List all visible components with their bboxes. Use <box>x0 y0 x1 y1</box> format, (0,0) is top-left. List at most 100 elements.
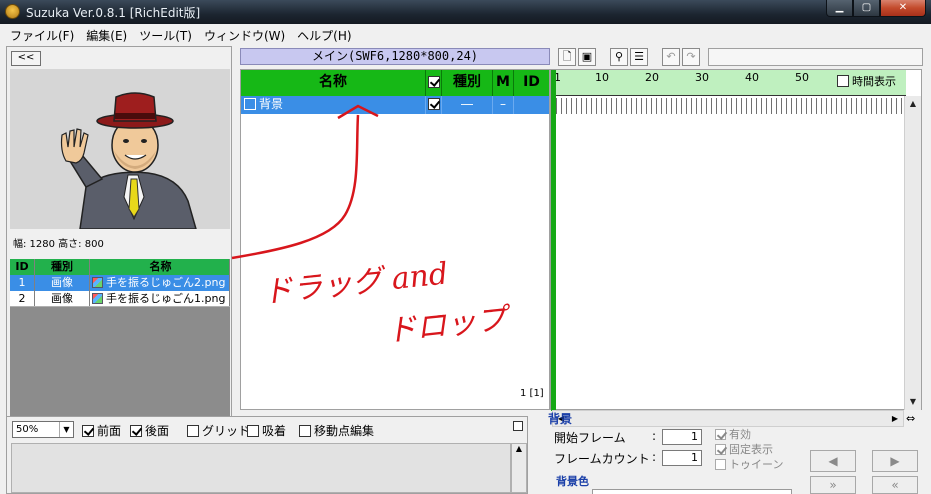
tween-label: トゥイーン <box>729 458 784 471</box>
colon: : <box>652 429 657 443</box>
image-list-header: ID 種別 名称 <box>10 259 230 275</box>
fixed-display-label: 固定表示 <box>729 443 773 456</box>
start-frame-input[interactable]: 1 <box>662 429 702 445</box>
layer-id-header[interactable]: ID <box>514 70 549 96</box>
rewind-icon[interactable]: « <box>872 476 918 494</box>
row-type: 画像 <box>35 275 90 291</box>
col-name-header[interactable]: 名称 <box>90 259 230 275</box>
grid-label: グリッド <box>202 424 251 438</box>
menu-tools[interactable]: ツール(T) <box>133 24 198 44</box>
panel-toggle-icon[interactable] <box>513 421 523 431</box>
zoom-select[interactable]: 50% ▼ <box>12 421 74 438</box>
layer-type-header[interactable]: 種別 <box>442 70 493 96</box>
maximize-button[interactable]: ▢ <box>853 0 880 17</box>
waving-man-image <box>10 69 230 229</box>
image-dimensions: 幅: 1280 高さ: 800 <box>13 239 104 250</box>
minimize-button[interactable]: ▁ <box>826 0 853 17</box>
time-display-option[interactable]: 時間表示 <box>837 73 896 89</box>
front-checkbox[interactable] <box>82 425 94 437</box>
row-id: 1 <box>10 275 35 291</box>
row-type: 画像 <box>35 291 90 306</box>
enabled-label: 有効 <box>729 428 751 441</box>
back-option[interactable]: 後面 <box>130 422 169 439</box>
properties-icon[interactable]: ☰ <box>630 48 648 66</box>
new-doc-icon[interactable]: 🗋 <box>558 48 576 66</box>
row-id: 2 <box>10 291 35 306</box>
row-name: 手を振るじゅごん2.png <box>106 276 226 289</box>
menu-edit[interactable]: 編集(E) <box>80 24 133 44</box>
menu-file[interactable]: ファイル(F) <box>4 24 80 44</box>
image-list-row[interactable]: 2 画像 手を振るじゅごん1.png <box>10 291 230 307</box>
fixed-display-option[interactable]: 固定表示 <box>715 441 773 457</box>
ruler-label: 10 <box>595 71 609 84</box>
bg-color-field[interactable] <box>592 489 792 494</box>
frame-count-input[interactable]: 1 <box>662 450 702 466</box>
properties-panel: 背景 開始フレーム : 1 フレームカウント : 1 有効 固定表示 トゥイーン… <box>542 410 922 494</box>
next-frame-icon[interactable]: ▶ <box>872 450 918 472</box>
prev-frame-icon[interactable]: ◀ <box>810 450 856 472</box>
layer-m-header[interactable]: M <box>493 70 514 96</box>
title-bar: Suzuka Ver.0.8.1 [RichEdit版] ▁ ▢ ✕ <box>0 0 931 24</box>
image-file-icon <box>92 277 103 288</box>
start-frame-label: 開始フレーム <box>554 431 626 445</box>
front-label: 前面 <box>97 424 122 438</box>
chevron-down-icon[interactable]: ▼ <box>59 422 73 437</box>
app-icon <box>5 4 20 19</box>
enabled-checkbox[interactable] <box>715 429 726 440</box>
menu-window[interactable]: ウィンドウ(W) <box>198 24 291 44</box>
layer-name-header[interactable]: 名称 <box>241 70 426 96</box>
scroll-up-icon[interactable]: ▲ <box>905 96 921 112</box>
col-id-header[interactable]: ID <box>10 259 35 275</box>
visible-all-checkbox[interactable] <box>427 76 440 88</box>
undo-icon[interactable]: ↶ <box>662 48 680 66</box>
grid-checkbox[interactable] <box>187 425 199 437</box>
layer-id <box>514 96 549 114</box>
layer-type: ― <box>442 96 493 114</box>
time-display-label: 時間表示 <box>852 75 896 88</box>
timeline-playhead[interactable] <box>551 70 556 411</box>
image-list-row[interactable]: 1 画像 手を振るじゅごん2.png <box>10 275 230 291</box>
front-option[interactable]: 前面 <box>82 422 121 439</box>
layer-list-header: 名称 種別 M ID <box>241 70 549 96</box>
canvas-scrollbar[interactable]: ▲ <box>511 443 527 493</box>
grid-option[interactable]: グリッド <box>187 422 250 439</box>
layer-row[interactable]: 背景 ― – <box>241 96 549 114</box>
search-icon[interactable]: ⚲ <box>610 48 628 66</box>
frame-count-label: フレームカウント <box>554 452 650 466</box>
enabled-option[interactable]: 有効 <box>715 426 751 442</box>
fast-forward-icon[interactable]: » <box>810 476 856 494</box>
fixed-display-checkbox[interactable] <box>715 444 726 455</box>
scroll-down-icon[interactable]: ▼ <box>905 394 921 410</box>
snap-checkbox[interactable] <box>247 425 259 437</box>
zoom-value: 50% <box>16 424 39 435</box>
image-file-icon <box>92 293 103 304</box>
tween-checkbox[interactable] <box>715 459 726 470</box>
menu-help[interactable]: ヘルプ(H) <box>291 24 357 44</box>
layer-visible-header[interactable] <box>426 70 442 96</box>
close-button[interactable]: ✕ <box>880 0 926 17</box>
tween-option[interactable]: トゥイーン <box>715 456 783 472</box>
timeline[interactable]: 1 10 20 30 40 50 時間表示 ▲ ▼ <box>550 69 922 411</box>
row-name-cell: 手を振るじゅごん1.png <box>90 291 230 306</box>
snap-option[interactable]: 吸着 <box>247 422 286 439</box>
menu-bar: ファイル(F) 編集(E) ツール(T) ウィンドウ(W) ヘルプ(H) <box>0 24 931 44</box>
image-preview <box>10 69 230 229</box>
move-point-option[interactable]: 移動点編集 <box>299 422 374 439</box>
timeline-ticks <box>551 98 906 114</box>
time-display-checkbox[interactable] <box>837 75 849 87</box>
stage-canvas[interactable] <box>11 443 511 493</box>
bg-color-title: 背景色 <box>556 475 589 488</box>
layer-select-checkbox[interactable] <box>244 98 256 110</box>
back-button[interactable]: << <box>11 51 41 66</box>
toolbar-status-field <box>708 48 923 66</box>
timeline-vertical-scrollbar[interactable]: ▲ ▼ <box>904 96 921 410</box>
move-point-checkbox[interactable] <box>299 425 311 437</box>
redo-icon[interactable]: ↷ <box>682 48 700 66</box>
layer-visible-checkbox[interactable] <box>427 98 440 110</box>
image-library-panel: << 幅: 1280 高さ: 800 ID 種別 名称 1 画像 手を振るじゅご… <box>6 46 232 432</box>
col-type-header[interactable]: 種別 <box>35 259 90 275</box>
back-checkbox[interactable] <box>130 425 142 437</box>
scene-label: メイン(SWF6,1280*800,24) <box>240 48 550 65</box>
layer-m: – <box>493 96 514 114</box>
save-icon[interactable]: ▣ <box>578 48 596 66</box>
